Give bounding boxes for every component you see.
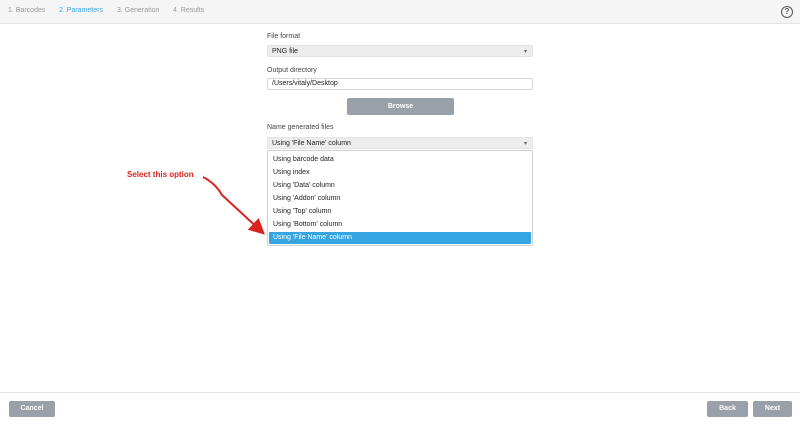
back-button[interactable]: Back bbox=[707, 401, 748, 417]
cancel-button[interactable]: Cancel bbox=[9, 401, 55, 417]
footer-bar bbox=[0, 392, 800, 425]
annotation-arrow-icon bbox=[202, 176, 265, 235]
next-button[interactable]: Next bbox=[753, 401, 792, 417]
